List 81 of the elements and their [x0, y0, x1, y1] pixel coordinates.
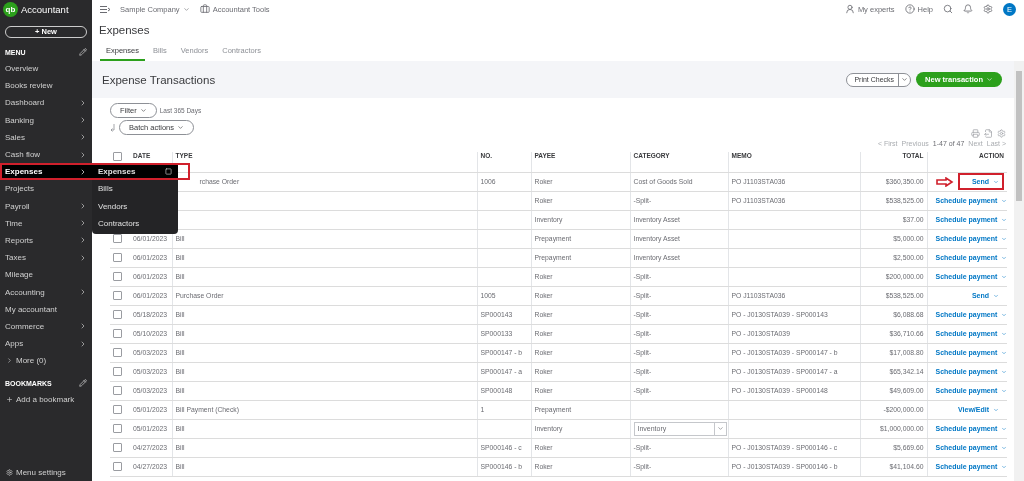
caret-icon	[1001, 444, 1008, 451]
sidebar-item[interactable]: Payroll	[0, 197, 92, 215]
scrollbar[interactable]	[1014, 61, 1024, 481]
flyout-item[interactable]: Contractors	[92, 214, 178, 232]
caret-icon	[1001, 254, 1008, 261]
caret-icon	[1001, 368, 1008, 375]
checkbox[interactable]	[113, 272, 122, 281]
checkbox[interactable]	[113, 443, 122, 452]
settings-icon[interactable]	[997, 129, 1006, 138]
add-bookmark-link[interactable]: Add a bookmark	[0, 391, 92, 409]
caret-icon	[1001, 197, 1008, 204]
sidebar-item[interactable]: Overview	[0, 60, 92, 78]
caret-icon	[1001, 330, 1008, 337]
sidebar-item[interactable]: Time	[0, 214, 92, 232]
caret-icon	[177, 124, 185, 131]
pencil-icon[interactable]	[79, 379, 87, 388]
section-title: Expense Transactions	[102, 73, 216, 86]
sidebar-item[interactable]: Books review	[0, 77, 92, 95]
checkbox[interactable]	[113, 253, 122, 262]
gear-icon	[6, 469, 13, 476]
caret-icon	[1001, 273, 1008, 280]
sidebar-item[interactable]: Apps	[0, 335, 92, 353]
caret-icon	[986, 76, 993, 83]
caret-icon	[1001, 349, 1008, 356]
sidebar-item[interactable]: Accounting	[0, 283, 92, 301]
checkbox[interactable]	[113, 462, 122, 471]
checkbox[interactable]	[113, 234, 122, 243]
sidebar-item[interactable]: Cash flow	[0, 145, 92, 164]
caret-icon	[901, 76, 909, 83]
pencil-icon[interactable]	[79, 48, 87, 56]
plus-icon	[6, 396, 13, 404]
checkbox[interactable]	[113, 291, 122, 300]
checkbox[interactable]	[113, 329, 122, 338]
sidebar-item[interactable]: Sales	[0, 128, 92, 146]
checkbox[interactable]	[113, 386, 122, 395]
sidebar-item[interactable]: Mileage	[0, 266, 92, 284]
caret-icon	[993, 406, 999, 413]
checkbox[interactable]	[113, 310, 122, 319]
menu-settings-link[interactable]: Menu settings	[0, 464, 92, 481]
logo: qb	[3, 1, 18, 17]
help-icon	[904, 4, 915, 14]
flyout-item[interactable]: Vendors	[92, 197, 178, 215]
sidebar-item[interactable]: Banking	[0, 111, 92, 129]
caret-icon	[993, 178, 999, 185]
checkbox[interactable]	[113, 367, 122, 376]
checkbox[interactable]	[113, 348, 122, 357]
caret-icon	[1001, 425, 1008, 432]
caret-icon	[139, 107, 147, 114]
caret-icon	[1001, 216, 1008, 223]
sidebar-item[interactable]: Reports	[0, 231, 92, 250]
caret-icon	[716, 425, 724, 432]
more-link[interactable]: More (0)	[0, 352, 92, 370]
chevron-icon	[79, 288, 87, 297]
caret-icon	[1001, 463, 1008, 470]
person-icon	[844, 4, 855, 14]
bell-icon[interactable]	[963, 4, 973, 14]
briefcase-icon	[199, 4, 210, 14]
flyout-item[interactable]: Bills	[92, 180, 178, 198]
print-icon[interactable]	[971, 129, 980, 138]
checkbox[interactable]	[113, 424, 122, 433]
sidebar-item[interactable]: Projects	[0, 180, 92, 198]
caret-icon	[1001, 235, 1008, 242]
caret-icon	[993, 292, 999, 299]
sidebar-item[interactable]: My accountant	[0, 300, 92, 318]
sidebar-item[interactable]: Dashboard	[0, 94, 92, 112]
app-name: Accountant	[21, 3, 69, 15]
menu-icon[interactable]	[100, 5, 110, 13]
page-title: Expenses	[99, 24, 151, 36]
settings-icon[interactable]	[983, 4, 993, 14]
checkbox[interactable]	[113, 152, 122, 161]
export-icon[interactable]	[984, 129, 993, 138]
caret-icon	[182, 5, 190, 13]
chevron-icon	[6, 357, 13, 365]
sidebar-item[interactable]: Commerce	[0, 317, 92, 335]
caret-icon	[1001, 311, 1008, 318]
checkbox[interactable]	[113, 405, 122, 414]
return-arrow-icon	[110, 123, 116, 132]
sidebar-item[interactable]: Taxes	[0, 249, 92, 267]
caret-icon	[1001, 387, 1008, 394]
search-icon[interactable]	[943, 4, 953, 14]
arrow-icon	[935, 176, 954, 187]
